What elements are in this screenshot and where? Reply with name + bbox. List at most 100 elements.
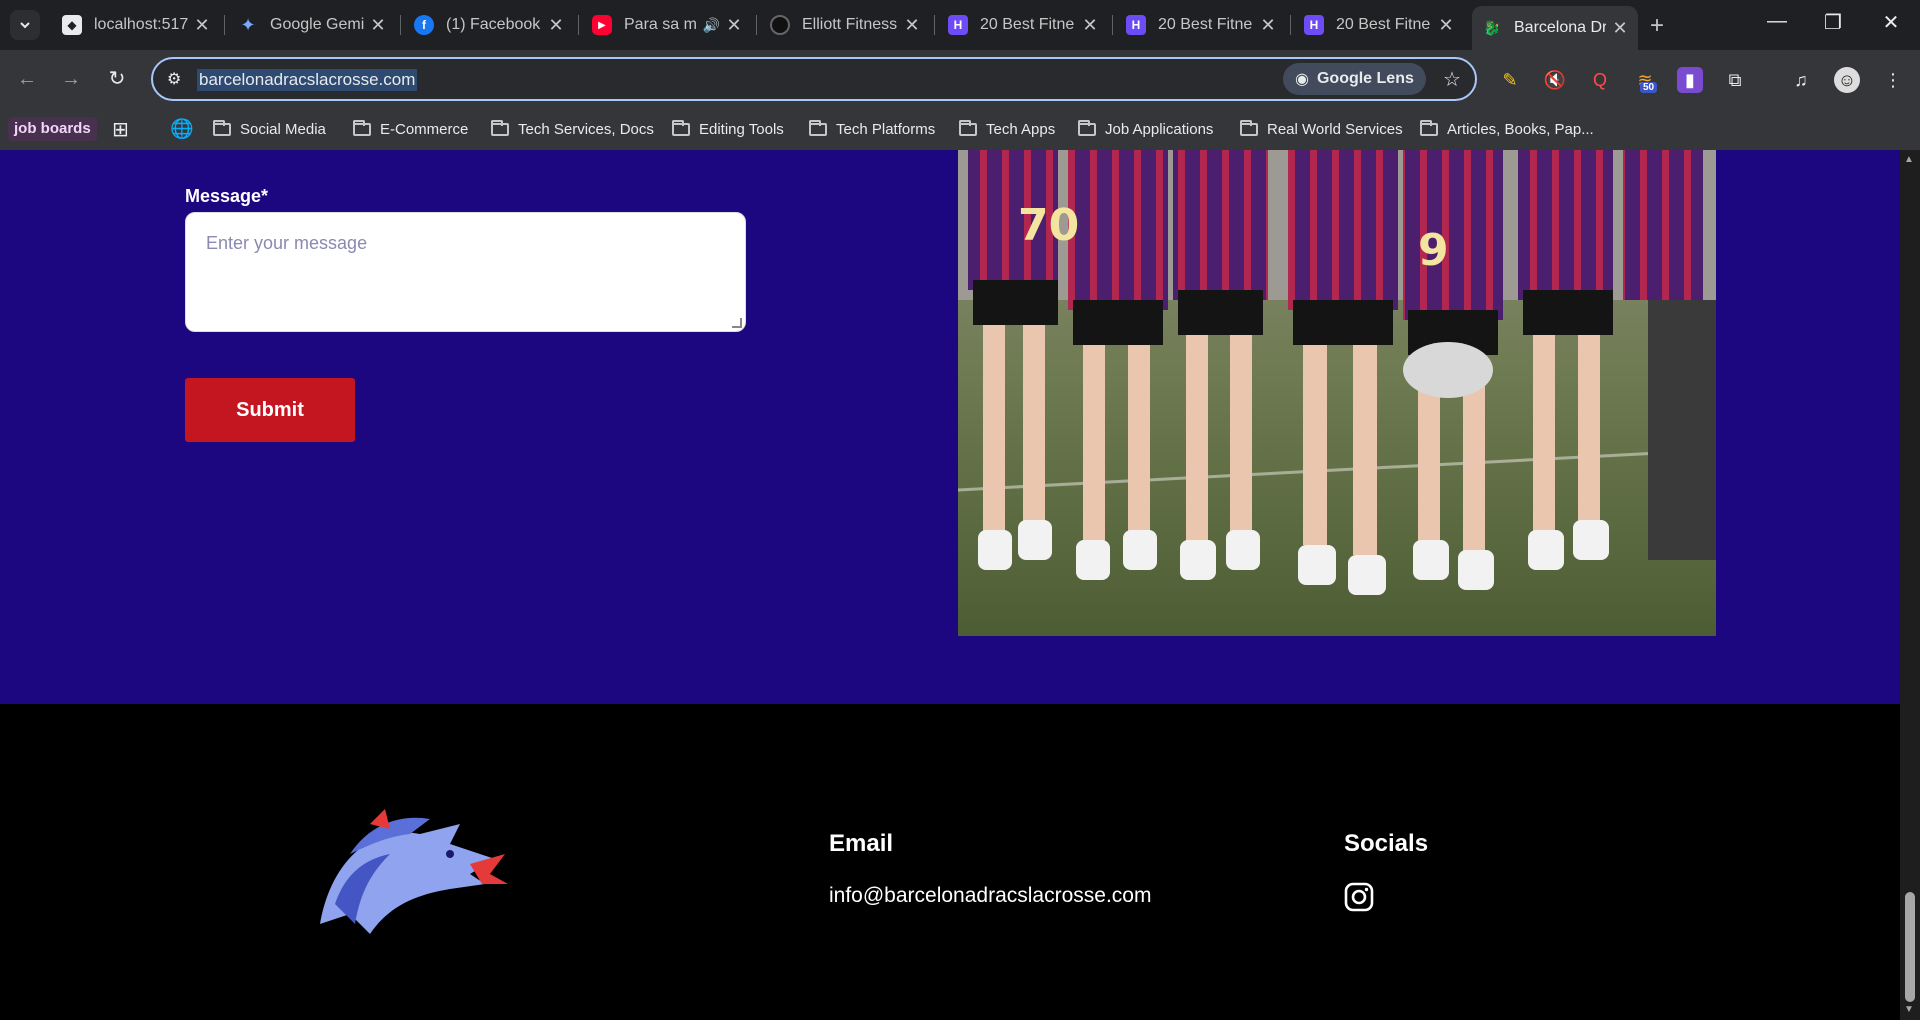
tab-best-fitness-2[interactable]: H 20 Best Fitne ✕ [1116, 8, 1286, 42]
scrollbar-thumb[interactable] [1905, 892, 1915, 1002]
bookmark-folder-editing-tools[interactable]: Editing Tools [672, 116, 784, 142]
tab-title: 20 Best Fitne [1336, 16, 1431, 33]
site-footer: Email info@barcelonadracslacrosse.com So… [0, 704, 1900, 1020]
submit-button[interactable]: Submit [185, 378, 355, 442]
instagram-icon[interactable] [1344, 882, 1374, 912]
page-viewport: Message* Enter your message Submit 70 9 … [0, 150, 1900, 1020]
email-heading: Email [829, 830, 894, 857]
youtube-icon: ▶ [592, 15, 612, 35]
extensions-puzzle-icon[interactable]: ⧉ [1722, 67, 1748, 93]
google-lens-button[interactable]: ◉ Google Lens [1283, 63, 1426, 95]
tab-search-button[interactable] [10, 10, 40, 40]
tab-best-fitness-3[interactable]: H 20 Best Fitne ✕ [1294, 8, 1464, 42]
q-extension-icon[interactable]: Q [1587, 67, 1613, 93]
tab-title: localhost:517 [94, 16, 188, 33]
bookmark-job-boards[interactable]: job boards [8, 117, 97, 141]
bookmark-folder-tech-services[interactable]: Tech Services, Docs [491, 116, 654, 142]
dragon-logo[interactable] [310, 804, 510, 944]
scroll-up-arrow-icon[interactable]: ▲ [1904, 154, 1914, 165]
folder-icon [1420, 119, 1438, 136]
message-label: Message* [185, 186, 269, 206]
folder-icon [959, 119, 977, 136]
kebab-menu-icon[interactable]: ⋮ [1880, 67, 1906, 93]
bookmark-folder-e-commerce[interactable]: E-Commerce [353, 116, 468, 142]
url-text[interactable]: barcelonadracslacrosse.com [197, 69, 418, 91]
bookmark-folder-tech-apps[interactable]: Tech Apps [959, 116, 1055, 142]
folder-icon [353, 119, 371, 136]
minimize-button[interactable]: — [1754, 10, 1800, 33]
new-tab-button[interactable]: + [1650, 12, 1664, 40]
close-icon[interactable]: ✕ [194, 15, 210, 36]
lens-icon: ◉ [1295, 71, 1309, 88]
tab-best-fitness-1[interactable]: H 20 Best Fitne ✕ [938, 8, 1108, 42]
page-scrollbar[interactable]: ▲ ▼ [1900, 150, 1920, 1020]
tab-facebook[interactable]: f (1) Facebook ✕ [404, 8, 574, 42]
folder-icon [213, 119, 231, 136]
close-icon[interactable]: ✕ [370, 15, 386, 36]
reload-button[interactable]: ↻ [102, 64, 132, 94]
folder-icon [491, 119, 509, 136]
file-icon: ◆ [62, 15, 82, 35]
team-photo: 70 9 [958, 150, 1716, 636]
tab-title: Google Gemi [270, 16, 364, 33]
close-icon[interactable]: ✕ [1260, 15, 1276, 36]
close-icon[interactable]: ✕ [726, 15, 742, 36]
folder-icon [1078, 119, 1096, 136]
bookmark-folder-tech-platforms[interactable]: Tech Platforms [809, 116, 935, 142]
bookmark-folder-articles[interactable]: Articles, Books, Pap... [1420, 116, 1594, 142]
tab-localhost[interactable]: ◆ localhost:517 ✕ [52, 8, 220, 42]
bookmark-star-icon[interactable]: ☆ [1443, 67, 1461, 92]
back-button[interactable]: ← [12, 64, 42, 94]
scroll-down-arrow-icon[interactable]: ▼ [1904, 1004, 1914, 1015]
book-extension-icon[interactable]: ▮ [1677, 67, 1703, 93]
tab-elliott-fitness[interactable]: Elliott Fitness ✕ [760, 8, 930, 42]
apps-grid-icon[interactable]: ⊞ [112, 116, 129, 142]
site-settings-icon[interactable]: ⚙ [167, 69, 181, 89]
bookmark-folder-social-media[interactable]: Social Media [213, 116, 326, 142]
tab-title: 20 Best Fitne [1158, 16, 1253, 33]
close-icon[interactable]: ✕ [1082, 15, 1098, 36]
facebook-icon: f [414, 15, 434, 35]
lens-label: Google Lens [1316, 70, 1414, 87]
tab-title: Elliott Fitness [802, 16, 898, 33]
tab-title: (1) Facebook [446, 16, 541, 33]
forward-button[interactable]: → [56, 64, 86, 94]
resize-handle-icon[interactable] [732, 318, 742, 328]
close-icon[interactable]: ✕ [904, 15, 920, 36]
close-icon[interactable]: ✕ [1438, 15, 1454, 36]
folder-icon [1240, 119, 1258, 136]
svg-text:70: 70 [1018, 200, 1079, 251]
window-close-button[interactable]: ✕ [1868, 10, 1914, 35]
bookmarks-bar: job boards ⊞ 🌐 Social Media E-Commerce T… [0, 108, 1920, 150]
message-placeholder: Enter your message [206, 233, 368, 253]
h-icon: H [1126, 15, 1146, 35]
address-bar[interactable]: ⚙ barcelonadracslacrosse.com ◉ Google Le… [151, 57, 1477, 101]
bookmark-folder-job-applications[interactable]: Job Applications [1078, 116, 1213, 142]
highlighter-extension-icon[interactable]: ✎ [1497, 67, 1523, 93]
speaker-icon[interactable]: 🔊 [703, 17, 720, 34]
tab-gemini[interactable]: ✦ Google Gemi ✕ [228, 8, 396, 42]
tab-title: 20 Best Fitne [980, 16, 1075, 33]
close-icon[interactable]: ✕ [1612, 18, 1628, 39]
folder-icon [809, 119, 827, 136]
message-textarea[interactable]: Enter your message [185, 212, 746, 332]
tab-strip: ◆ localhost:517 ✕ ✦ Google Gemi ✕ f (1) … [0, 0, 1920, 50]
bookmark-folder-real-world-services[interactable]: Real World Services [1240, 116, 1403, 142]
browser-toolbar: ← → ↻ ⚙ barcelonadracslacrosse.com ◉ Goo… [0, 50, 1920, 108]
tab-youtube[interactable]: ▶ Para sa m 🔊 ✕ [582, 8, 752, 42]
email-link[interactable]: info@barcelonadracslacrosse.com [829, 884, 1151, 908]
dragon-icon: 🐉 [1483, 19, 1501, 36]
gemini-icon: ✦ [240, 14, 256, 35]
tab-title: Barcelona Dr [1514, 19, 1606, 36]
contact-section: Message* Enter your message Submit 70 9 [0, 150, 1900, 704]
svg-text:9: 9 [1418, 225, 1449, 276]
tab-title: Para sa m [624, 16, 697, 33]
h-icon: H [948, 15, 968, 35]
restore-button[interactable]: ❐ [1810, 10, 1856, 35]
mute-extension-icon[interactable]: 🔇 [1542, 67, 1568, 93]
media-control-icon[interactable]: ♫ [1788, 67, 1814, 93]
profile-avatar[interactable]: ☺ [1834, 67, 1860, 93]
globe-icon[interactable]: 🌐 [170, 116, 194, 142]
tab-barcelona-dracs[interactable]: 🐉 Barcelona Dr ✕ [1472, 6, 1638, 50]
close-icon[interactable]: ✕ [548, 15, 564, 36]
